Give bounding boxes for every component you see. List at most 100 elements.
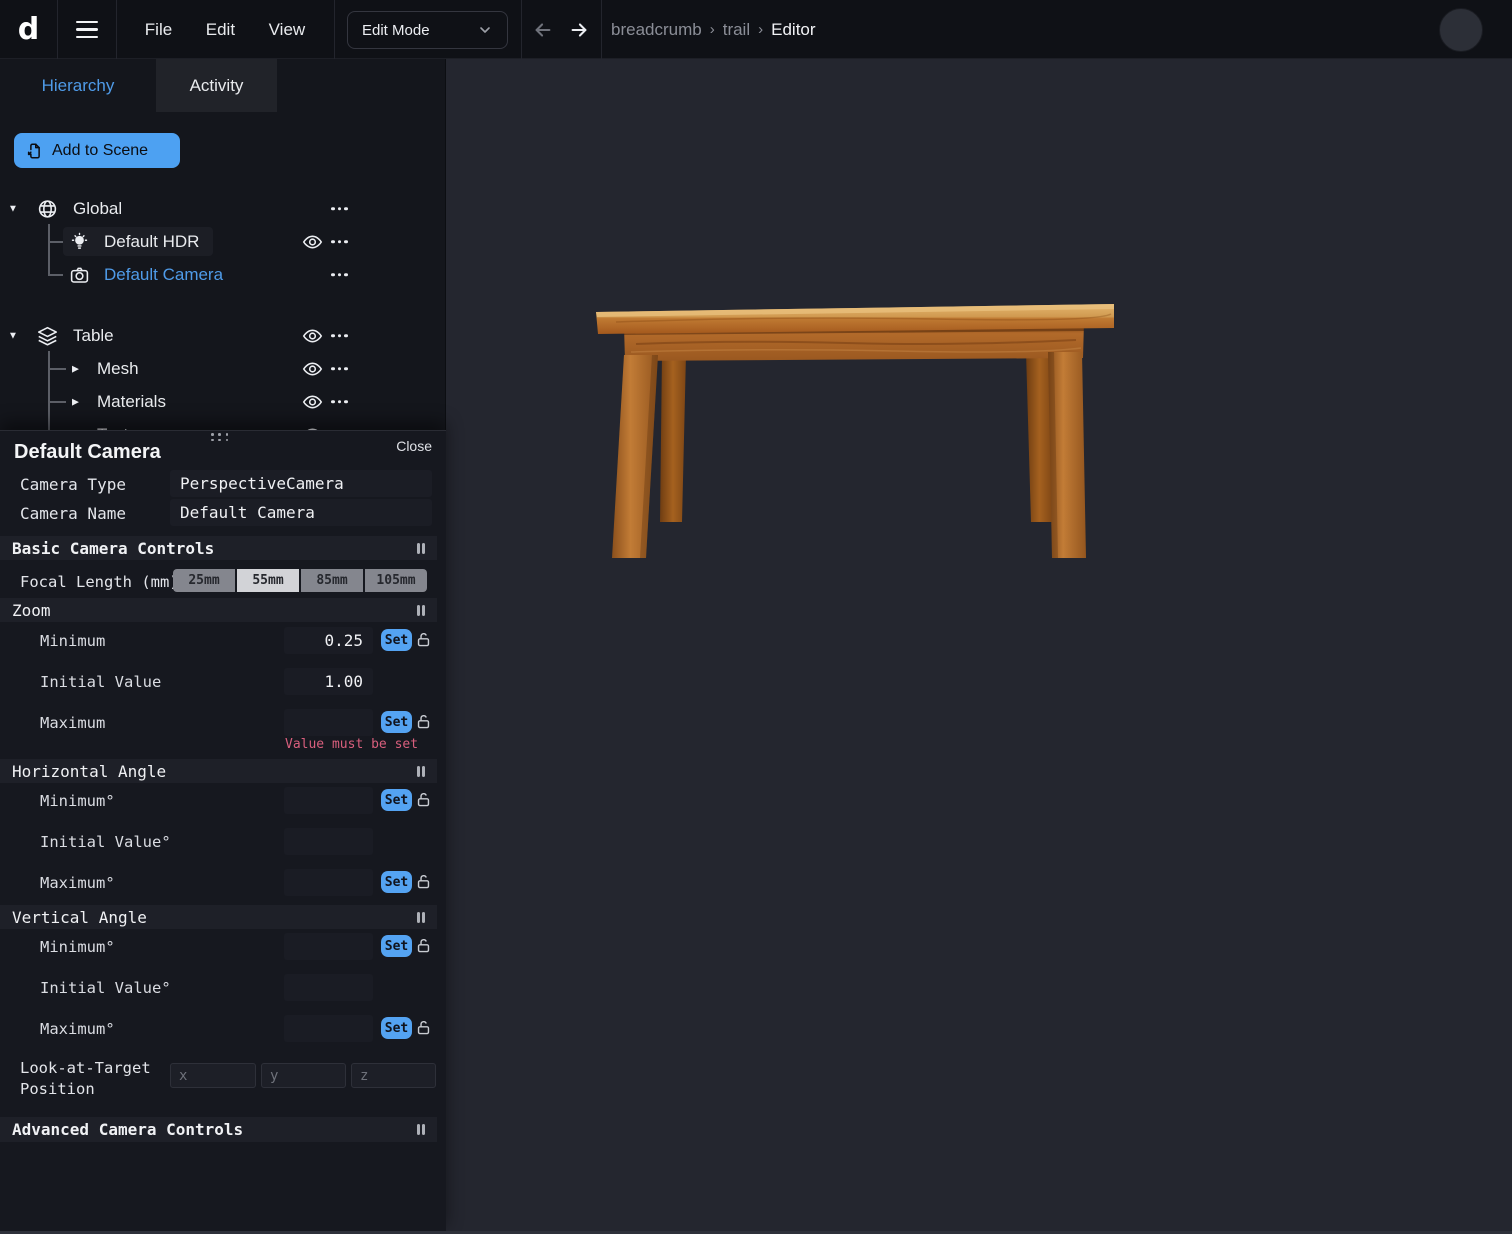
lookat-label-line2: Position bbox=[20, 1080, 95, 1098]
zoom-max-label: Maximum bbox=[40, 714, 105, 732]
visibility-eye-icon[interactable] bbox=[302, 325, 323, 346]
tree-row-table[interactable]: ▼ Table bbox=[0, 319, 446, 352]
hangle-min-input[interactable] bbox=[284, 787, 373, 814]
breadcrumb-current: Editor bbox=[771, 20, 815, 40]
vangle-max-input[interactable] bbox=[284, 1015, 373, 1042]
section-handle-icon[interactable] bbox=[417, 543, 426, 554]
menu-view[interactable]: View bbox=[269, 20, 306, 40]
zoom-min-set-button[interactable]: Set bbox=[381, 629, 412, 651]
focal-option-25mm[interactable]: 25mm bbox=[173, 569, 235, 592]
focal-option-85mm[interactable]: 85mm bbox=[301, 569, 363, 592]
add-to-scene-button[interactable]: Add to Scene bbox=[14, 133, 180, 168]
more-options-icon[interactable] bbox=[331, 400, 348, 404]
tree-row-default-camera[interactable]: Default Camera bbox=[0, 258, 446, 291]
lookat-y-input[interactable] bbox=[261, 1063, 346, 1088]
tree-label: Mesh bbox=[97, 359, 139, 379]
tree-row-default-hdr[interactable]: Default HDR bbox=[0, 225, 446, 258]
close-button[interactable]: Close bbox=[396, 438, 432, 454]
lookat-x-input[interactable] bbox=[170, 1063, 256, 1088]
menu-edit[interactable]: Edit bbox=[206, 20, 235, 40]
avatar[interactable] bbox=[1439, 8, 1483, 52]
more-options-icon[interactable] bbox=[331, 240, 348, 244]
unlock-icon[interactable] bbox=[415, 713, 432, 730]
vangle-max-label: Maximum° bbox=[40, 1020, 115, 1038]
divider bbox=[334, 0, 335, 59]
caret-down-icon[interactable]: ▼ bbox=[8, 203, 18, 214]
hangle-min-label: Minimum° bbox=[40, 792, 115, 810]
app-logo[interactable]: d bbox=[0, 0, 57, 59]
visibility-eye-icon[interactable] bbox=[302, 358, 323, 379]
zoom-min-input[interactable] bbox=[284, 627, 373, 654]
zoom-max-set-button[interactable]: Set bbox=[381, 711, 412, 733]
tree-label-selected: Default Camera bbox=[104, 265, 223, 285]
lookat-z-input[interactable] bbox=[351, 1063, 436, 1088]
lookat-label-line1: Look-at-Target bbox=[20, 1059, 151, 1077]
caret-right-icon[interactable]: ▶ bbox=[72, 396, 79, 407]
light-bulb-icon bbox=[69, 231, 90, 252]
hangle-initial-input[interactable] bbox=[284, 828, 373, 855]
camera-type-input[interactable] bbox=[170, 470, 432, 497]
tab-activity[interactable]: Activity bbox=[156, 59, 277, 112]
unlock-icon[interactable] bbox=[415, 937, 432, 954]
forward-arrow-icon[interactable] bbox=[568, 19, 590, 41]
caret-down-icon[interactable]: ▼ bbox=[8, 330, 18, 341]
hamburger-menu-icon[interactable] bbox=[57, 0, 116, 59]
vangle-max-set-button[interactable]: Set bbox=[381, 1017, 412, 1039]
unlock-icon[interactable] bbox=[415, 631, 432, 648]
unlock-icon[interactable] bbox=[415, 873, 432, 890]
tree-row-materials[interactable]: ▶ Materials bbox=[0, 385, 446, 418]
breadcrumb: breadcrumb › trail › Editor bbox=[611, 0, 816, 59]
back-arrow-icon[interactable] bbox=[532, 19, 554, 41]
tree-label: Default HDR bbox=[104, 232, 199, 252]
zoom-max-input[interactable] bbox=[284, 709, 373, 736]
zoom-initial-input[interactable] bbox=[284, 668, 373, 695]
3d-viewport[interactable] bbox=[446, 59, 1512, 1234]
more-options-icon[interactable] bbox=[331, 334, 348, 338]
edit-mode-dropdown[interactable]: Edit Mode bbox=[347, 11, 508, 49]
top-bar: d File Edit View Edit Mode breadcrumb › … bbox=[0, 0, 1512, 59]
tree-label: Global bbox=[73, 199, 122, 219]
unlock-icon[interactable] bbox=[415, 1019, 432, 1036]
unlock-icon[interactable] bbox=[415, 791, 432, 808]
caret-right-icon[interactable]: ▶ bbox=[72, 363, 79, 374]
focal-option-105mm[interactable]: 105mm bbox=[365, 569, 427, 592]
inspector-title: Default Camera bbox=[14, 441, 161, 464]
camera-icon bbox=[69, 264, 90, 285]
table-3d-model[interactable] bbox=[596, 300, 1116, 565]
visibility-eye-icon[interactable] bbox=[302, 391, 323, 412]
hangle-max-set-button[interactable]: Set bbox=[381, 871, 412, 893]
visibility-eye-icon[interactable] bbox=[302, 231, 323, 252]
more-options-icon[interactable] bbox=[331, 273, 348, 277]
hangle-max-label: Maximum° bbox=[40, 874, 115, 892]
section-advanced-camera-controls: Advanced Camera Controls bbox=[0, 1117, 437, 1142]
panel-resize-grip-icon[interactable] bbox=[211, 433, 231, 442]
hangle-initial-label: Initial Value° bbox=[40, 833, 171, 851]
tree-row-global[interactable]: ▼ Global bbox=[0, 192, 446, 225]
add-to-scene-label: Add to Scene bbox=[52, 142, 148, 160]
more-options-icon[interactable] bbox=[331, 207, 348, 211]
section-handle-icon[interactable] bbox=[417, 605, 426, 616]
vangle-min-set-button[interactable]: Set bbox=[381, 935, 412, 957]
tab-hierarchy[interactable]: Hierarchy bbox=[0, 59, 156, 112]
more-options-icon[interactable] bbox=[331, 367, 348, 371]
vangle-min-input[interactable] bbox=[284, 933, 373, 960]
hangle-max-input[interactable] bbox=[284, 869, 373, 896]
breadcrumb-item[interactable]: trail bbox=[723, 20, 750, 40]
camera-inspector-panel: Close Default Camera Camera Type Camera … bbox=[0, 430, 446, 1234]
section-handle-icon[interactable] bbox=[417, 912, 426, 923]
add-document-icon bbox=[26, 142, 44, 160]
focal-option-55mm[interactable]: 55mm bbox=[237, 569, 299, 592]
globe-icon bbox=[37, 198, 58, 219]
breadcrumb-item[interactable]: breadcrumb bbox=[611, 20, 702, 40]
hangle-min-set-button[interactable]: Set bbox=[381, 789, 412, 811]
menu-file[interactable]: File bbox=[145, 20, 172, 40]
focal-length-label: Focal Length (mm) bbox=[20, 573, 179, 591]
section-handle-icon[interactable] bbox=[417, 1124, 426, 1135]
camera-name-label: Camera Name bbox=[20, 504, 126, 523]
vangle-initial-input[interactable] bbox=[284, 974, 373, 1001]
zoom-min-label: Minimum bbox=[40, 632, 105, 650]
section-handle-icon[interactable] bbox=[417, 766, 426, 777]
camera-type-label: Camera Type bbox=[20, 475, 126, 494]
tree-row-mesh[interactable]: ▶ Mesh bbox=[0, 352, 446, 385]
camera-name-input[interactable] bbox=[170, 499, 432, 526]
